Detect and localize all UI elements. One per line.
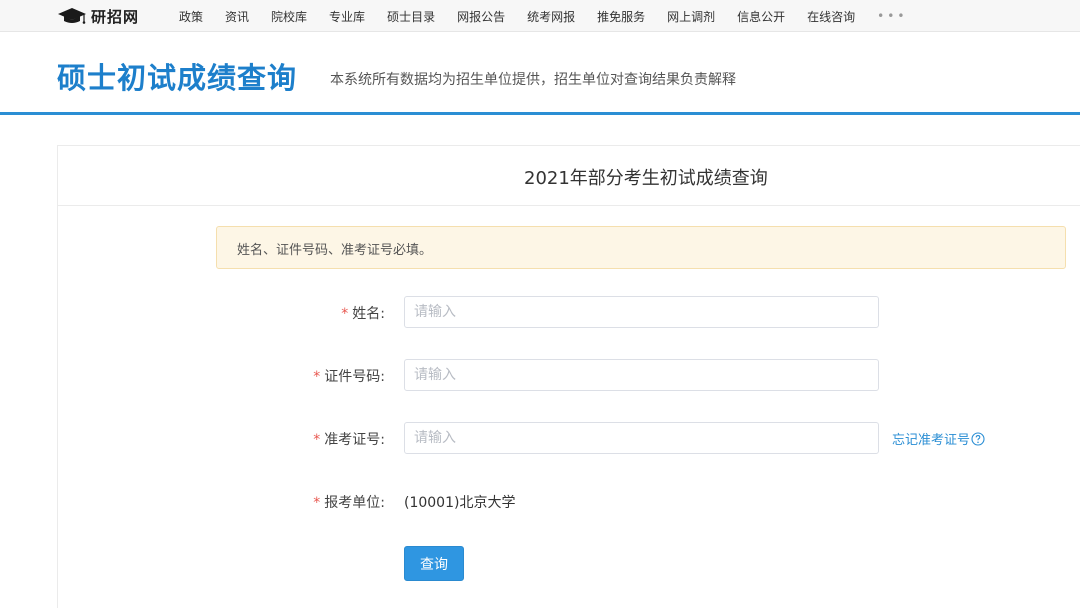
id-number-label-text: 证件号码: bbox=[324, 369, 385, 385]
form-row-exam-number: *准考证号: 忘记准考证号 bbox=[216, 422, 1066, 454]
nav-item-online-consult[interactable]: 在线咨询 bbox=[807, 8, 855, 25]
required-mark: * bbox=[341, 306, 349, 322]
top-navigation-bar: 研招网 政策 资讯 院校库 专业库 硕士目录 网报公告 统考网报 推免服务 网上… bbox=[0, 0, 1080, 32]
name-label: * 姓名: bbox=[341, 303, 385, 323]
graduation-cap-icon bbox=[58, 8, 86, 24]
unit-label-text: 报考单位: bbox=[324, 495, 385, 511]
question-circle-icon bbox=[971, 431, 985, 446]
nav-item-news[interactable]: 资讯 bbox=[225, 8, 249, 25]
nav-item-info-disclosure[interactable]: 信息公开 bbox=[737, 8, 785, 25]
page-subtitle: 本系统所有数据均为招生单位提供，招生单位对查询结果负责解释 bbox=[330, 72, 736, 88]
form-row-name: * 姓名: bbox=[216, 296, 1066, 328]
logo-text: 研招网 bbox=[91, 7, 140, 26]
required-mark: * bbox=[313, 432, 321, 448]
nav-item-policy[interactable]: 政策 bbox=[179, 8, 203, 25]
nav-item-universities[interactable]: 院校库 bbox=[271, 8, 307, 25]
exam-number-label: * 准考证号: bbox=[313, 429, 385, 449]
nav-item-recommendation[interactable]: 推免服务 bbox=[597, 8, 645, 25]
card-title: 2021年部分考生初试成绩查询 bbox=[524, 168, 768, 189]
query-button[interactable]: 查询 bbox=[404, 546, 464, 581]
form-row-unit: * 报考单位: (10001)北京大学 bbox=[216, 485, 1066, 517]
required-fields-alert: 姓名、证件号码、准考证号必填。 bbox=[216, 226, 1066, 269]
form-row-id-number: * 证件号码: bbox=[216, 359, 1066, 391]
nav-more-icon[interactable]: ••• bbox=[877, 9, 907, 23]
name-label-text: 姓名: bbox=[352, 306, 385, 322]
required-mark: * bbox=[313, 369, 321, 385]
forgot-link-text: 忘记准考证号 bbox=[892, 433, 971, 448]
nav-item-master-catalog[interactable]: 硕士目录 bbox=[387, 8, 435, 25]
nav-item-exam-registration[interactable]: 统考网报 bbox=[527, 8, 575, 25]
alert-text: 姓名、证件号码、准考证号必填。 bbox=[237, 243, 433, 258]
unit-value: (10001)北京大学 bbox=[404, 495, 516, 511]
id-number-label: * 证件号码: bbox=[313, 366, 385, 386]
card-header: 2021年部分考生初试成绩查询 bbox=[58, 146, 1080, 206]
nav-item-majors[interactable]: 专业库 bbox=[329, 8, 365, 25]
id-number-input[interactable] bbox=[404, 359, 879, 391]
unit-label: * 报考单位: bbox=[313, 492, 385, 512]
exam-number-label-text: 准考证号: bbox=[324, 432, 385, 448]
nav-menu: 政策 资讯 院校库 专业库 硕士目录 网报公告 统考网报 推免服务 网上调剂 信… bbox=[179, 0, 907, 32]
required-mark: * bbox=[313, 495, 321, 511]
exam-number-input[interactable] bbox=[404, 422, 879, 454]
page-header: 硕士初试成绩查询 本系统所有数据均为招生单位提供，招生单位对查询结果负责解释 bbox=[0, 33, 1080, 115]
page-title: 硕士初试成绩查询 bbox=[57, 61, 298, 95]
forgot-exam-number-link[interactable]: 忘记准考证号 bbox=[892, 429, 985, 448]
nav-item-registration-notice[interactable]: 网报公告 bbox=[457, 8, 505, 25]
site-logo[interactable]: 研招网 bbox=[57, 6, 139, 26]
query-card: 2021年部分考生初试成绩查询 姓名、证件号码、准考证号必填。 *姓名: *证件… bbox=[57, 145, 1080, 608]
nav-item-adjustment[interactable]: 网上调剂 bbox=[667, 8, 715, 25]
name-input[interactable] bbox=[404, 296, 879, 328]
